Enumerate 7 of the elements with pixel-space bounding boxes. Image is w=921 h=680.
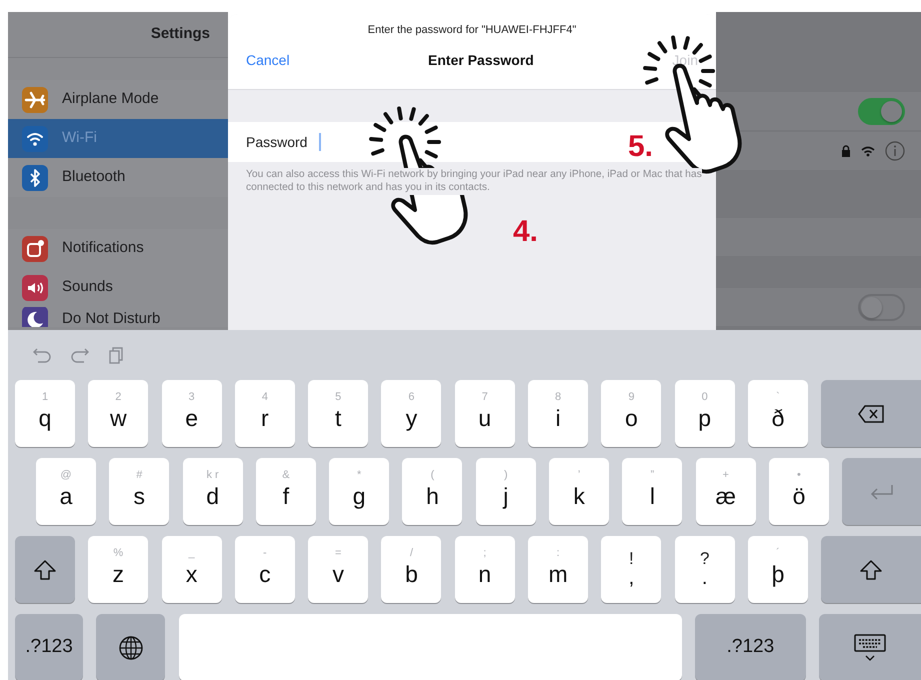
- step-number: 5.: [628, 132, 654, 162]
- dialog-title: Enter Password: [428, 51, 534, 70]
- footnote-text: You can also access this Wi-Fi network by bringing your iPad near any iPhone, iPad or Mac that has connected to this network and has you in its contacts.: [246, 168, 702, 195]
- dialog-subtitle: Enter the password for "HUAWEI-FHJFF4": [366, 23, 578, 38]
- sidebar-title: Settings: [150, 24, 210, 44]
- field-label: Password: [246, 132, 308, 152]
- step-number: 4.: [513, 217, 538, 247]
